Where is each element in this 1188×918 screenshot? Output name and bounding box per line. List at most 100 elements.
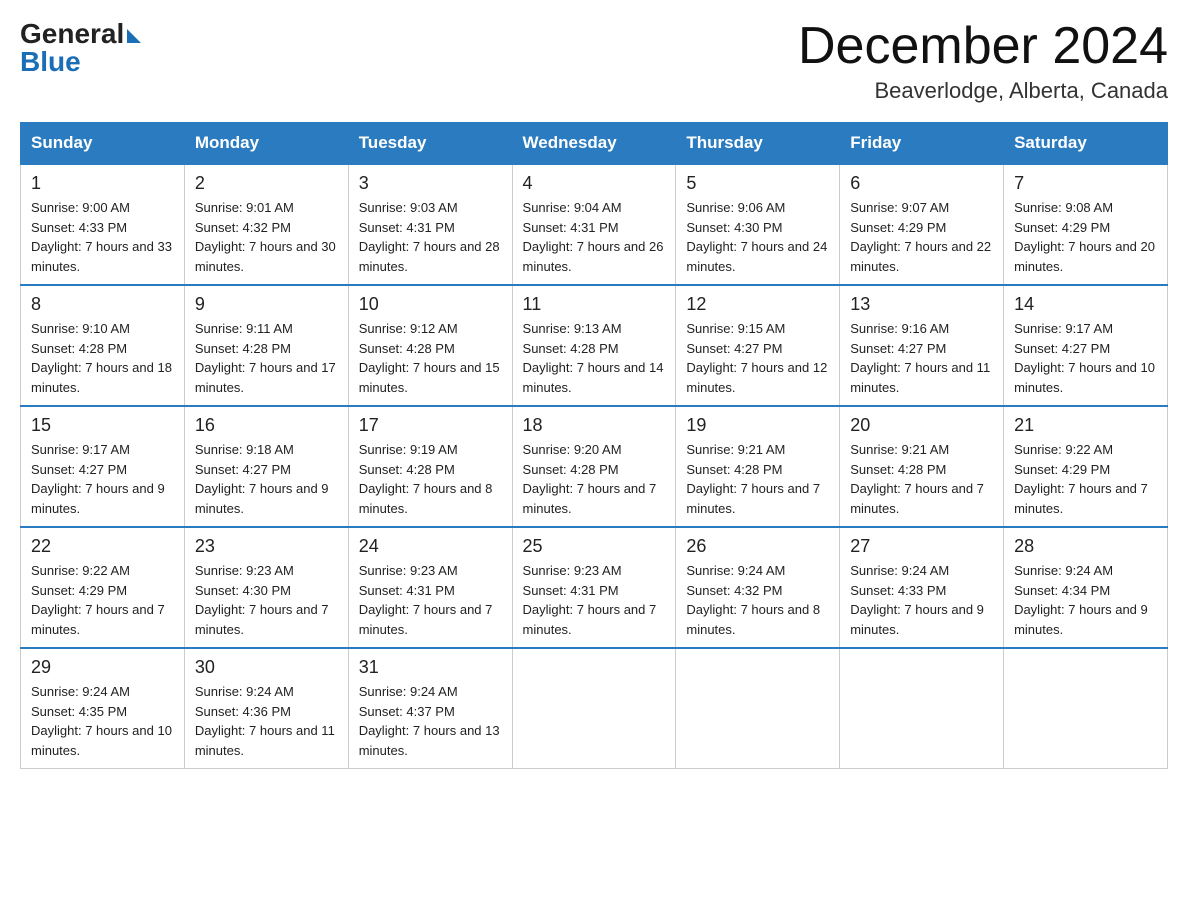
day-info: Sunrise: 9:10 AMSunset: 4:28 PMDaylight:… [31,321,172,395]
day-info: Sunrise: 9:11 AMSunset: 4:28 PMDaylight:… [195,321,336,395]
day-number: 12 [686,294,829,315]
calendar-cell: 20 Sunrise: 9:21 AMSunset: 4:28 PMDaylig… [840,406,1004,527]
day-number: 19 [686,415,829,436]
day-info: Sunrise: 9:24 AMSunset: 4:37 PMDaylight:… [359,684,500,758]
calendar-cell: 23 Sunrise: 9:23 AMSunset: 4:30 PMDaylig… [184,527,348,648]
day-number: 29 [31,657,174,678]
calendar-cell: 5 Sunrise: 9:06 AMSunset: 4:30 PMDayligh… [676,164,840,285]
logo: General Blue [20,20,141,78]
calendar-cell: 22 Sunrise: 9:22 AMSunset: 4:29 PMDaylig… [21,527,185,648]
day-header-thursday: Thursday [676,123,840,165]
day-info: Sunrise: 9:20 AMSunset: 4:28 PMDaylight:… [523,442,657,516]
calendar-cell: 10 Sunrise: 9:12 AMSunset: 4:28 PMDaylig… [348,285,512,406]
day-number: 21 [1014,415,1157,436]
day-info: Sunrise: 9:23 AMSunset: 4:31 PMDaylight:… [523,563,657,637]
day-header-monday: Monday [184,123,348,165]
day-number: 31 [359,657,502,678]
day-info: Sunrise: 9:13 AMSunset: 4:28 PMDaylight:… [523,321,664,395]
day-header-friday: Friday [840,123,1004,165]
day-info: Sunrise: 9:24 AMSunset: 4:32 PMDaylight:… [686,563,820,637]
day-number: 26 [686,536,829,557]
day-info: Sunrise: 9:07 AMSunset: 4:29 PMDaylight:… [850,200,991,274]
calendar-cell: 17 Sunrise: 9:19 AMSunset: 4:28 PMDaylig… [348,406,512,527]
day-info: Sunrise: 9:18 AMSunset: 4:27 PMDaylight:… [195,442,329,516]
page-header: General Blue December 2024 Beaverlodge, … [20,20,1168,104]
day-header-sunday: Sunday [21,123,185,165]
calendar-cell: 19 Sunrise: 9:21 AMSunset: 4:28 PMDaylig… [676,406,840,527]
day-info: Sunrise: 9:22 AMSunset: 4:29 PMDaylight:… [31,563,165,637]
day-info: Sunrise: 9:01 AMSunset: 4:32 PMDaylight:… [195,200,336,274]
calendar-cell: 9 Sunrise: 9:11 AMSunset: 4:28 PMDayligh… [184,285,348,406]
day-number: 23 [195,536,338,557]
day-number: 17 [359,415,502,436]
day-number: 9 [195,294,338,315]
calendar-cell [512,648,676,769]
day-header-wednesday: Wednesday [512,123,676,165]
calendar-cell: 13 Sunrise: 9:16 AMSunset: 4:27 PMDaylig… [840,285,1004,406]
day-number: 4 [523,173,666,194]
calendar-week-row: 8 Sunrise: 9:10 AMSunset: 4:28 PMDayligh… [21,285,1168,406]
calendar-cell [1004,648,1168,769]
day-info: Sunrise: 9:17 AMSunset: 4:27 PMDaylight:… [1014,321,1155,395]
calendar-cell: 29 Sunrise: 9:24 AMSunset: 4:35 PMDaylig… [21,648,185,769]
day-number: 25 [523,536,666,557]
day-info: Sunrise: 9:19 AMSunset: 4:28 PMDaylight:… [359,442,493,516]
calendar-cell [840,648,1004,769]
day-number: 24 [359,536,502,557]
calendar-cell: 8 Sunrise: 9:10 AMSunset: 4:28 PMDayligh… [21,285,185,406]
calendar-cell: 2 Sunrise: 9:01 AMSunset: 4:32 PMDayligh… [184,164,348,285]
calendar-week-row: 1 Sunrise: 9:00 AMSunset: 4:33 PMDayligh… [21,164,1168,285]
day-info: Sunrise: 9:06 AMSunset: 4:30 PMDaylight:… [686,200,827,274]
calendar-cell: 15 Sunrise: 9:17 AMSunset: 4:27 PMDaylig… [21,406,185,527]
day-info: Sunrise: 9:21 AMSunset: 4:28 PMDaylight:… [850,442,984,516]
day-number: 14 [1014,294,1157,315]
calendar-cell: 12 Sunrise: 9:15 AMSunset: 4:27 PMDaylig… [676,285,840,406]
day-info: Sunrise: 9:23 AMSunset: 4:31 PMDaylight:… [359,563,493,637]
day-number: 20 [850,415,993,436]
day-info: Sunrise: 9:24 AMSunset: 4:36 PMDaylight:… [195,684,335,758]
calendar-cell: 11 Sunrise: 9:13 AMSunset: 4:28 PMDaylig… [512,285,676,406]
day-info: Sunrise: 9:23 AMSunset: 4:30 PMDaylight:… [195,563,329,637]
calendar-cell: 24 Sunrise: 9:23 AMSunset: 4:31 PMDaylig… [348,527,512,648]
day-header-tuesday: Tuesday [348,123,512,165]
day-info: Sunrise: 9:17 AMSunset: 4:27 PMDaylight:… [31,442,165,516]
calendar-cell: 25 Sunrise: 9:23 AMSunset: 4:31 PMDaylig… [512,527,676,648]
day-number: 28 [1014,536,1157,557]
calendar-week-row: 22 Sunrise: 9:22 AMSunset: 4:29 PMDaylig… [21,527,1168,648]
day-info: Sunrise: 9:16 AMSunset: 4:27 PMDaylight:… [850,321,990,395]
day-info: Sunrise: 9:24 AMSunset: 4:35 PMDaylight:… [31,684,172,758]
calendar-cell: 6 Sunrise: 9:07 AMSunset: 4:29 PMDayligh… [840,164,1004,285]
calendar-cell: 4 Sunrise: 9:04 AMSunset: 4:31 PMDayligh… [512,164,676,285]
day-number: 2 [195,173,338,194]
calendar-cell: 18 Sunrise: 9:20 AMSunset: 4:28 PMDaylig… [512,406,676,527]
day-number: 15 [31,415,174,436]
day-header-saturday: Saturday [1004,123,1168,165]
day-number: 8 [31,294,174,315]
day-number: 27 [850,536,993,557]
day-info: Sunrise: 9:08 AMSunset: 4:29 PMDaylight:… [1014,200,1155,274]
month-title: December 2024 [798,20,1168,72]
day-number: 30 [195,657,338,678]
calendar-cell: 14 Sunrise: 9:17 AMSunset: 4:27 PMDaylig… [1004,285,1168,406]
day-info: Sunrise: 9:24 AMSunset: 4:34 PMDaylight:… [1014,563,1148,637]
calendar-cell: 21 Sunrise: 9:22 AMSunset: 4:29 PMDaylig… [1004,406,1168,527]
day-info: Sunrise: 9:22 AMSunset: 4:29 PMDaylight:… [1014,442,1148,516]
calendar-cell: 28 Sunrise: 9:24 AMSunset: 4:34 PMDaylig… [1004,527,1168,648]
day-info: Sunrise: 9:03 AMSunset: 4:31 PMDaylight:… [359,200,500,274]
day-number: 6 [850,173,993,194]
calendar-header-row: SundayMondayTuesdayWednesdayThursdayFrid… [21,123,1168,165]
day-info: Sunrise: 9:15 AMSunset: 4:27 PMDaylight:… [686,321,827,395]
calendar-cell: 16 Sunrise: 9:18 AMSunset: 4:27 PMDaylig… [184,406,348,527]
calendar-cell: 31 Sunrise: 9:24 AMSunset: 4:37 PMDaylig… [348,648,512,769]
calendar-cell: 7 Sunrise: 9:08 AMSunset: 4:29 PMDayligh… [1004,164,1168,285]
day-number: 22 [31,536,174,557]
calendar-cell [676,648,840,769]
title-area: December 2024 Beaverlodge, Alberta, Cana… [798,20,1168,104]
calendar-cell: 1 Sunrise: 9:00 AMSunset: 4:33 PMDayligh… [21,164,185,285]
day-info: Sunrise: 9:00 AMSunset: 4:33 PMDaylight:… [31,200,172,274]
calendar-cell: 30 Sunrise: 9:24 AMSunset: 4:36 PMDaylig… [184,648,348,769]
day-number: 10 [359,294,502,315]
day-number: 11 [523,294,666,315]
day-number: 18 [523,415,666,436]
day-number: 13 [850,294,993,315]
